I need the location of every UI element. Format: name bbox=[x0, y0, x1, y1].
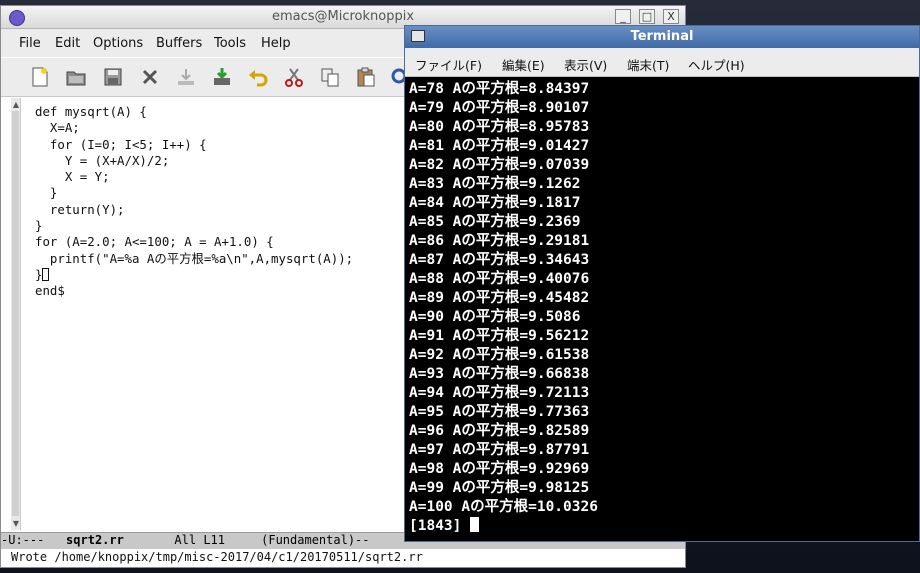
menu-file[interactable]: File bbox=[19, 36, 41, 51]
term-menu-file[interactable]: ファイル(F) bbox=[415, 55, 482, 74]
text-cursor bbox=[42, 267, 50, 281]
term-menu-terminal[interactable]: 端末(T) bbox=[627, 55, 669, 74]
output-line: A=79 Aの平方根=8.90107 bbox=[409, 100, 590, 116]
modeline-position: All L11 bbox=[174, 533, 225, 547]
output-line: A=97 Aの平方根=9.87791 bbox=[409, 442, 590, 458]
scroll-down-icon[interactable]: ▼ bbox=[11, 518, 21, 529]
code-line: } bbox=[35, 185, 58, 201]
menu-edit[interactable]: Edit bbox=[55, 36, 80, 51]
output-line: A=94 Aの平方根=9.72113 bbox=[409, 385, 590, 401]
output-line: A=96 Aの平方根=9.82589 bbox=[409, 423, 590, 439]
output-line: A=89 Aの平方根=9.45482 bbox=[409, 290, 590, 306]
code-line: X = Y; bbox=[35, 169, 110, 185]
modeline-status: -U:--- bbox=[1, 533, 45, 547]
menu-buffers[interactable]: Buffers bbox=[156, 36, 202, 51]
terminal-window[interactable]: Terminal ファイル(F) 編集(E) 表示(V) 端末(T) ヘルプ(H… bbox=[404, 25, 920, 542]
output-line: A=86 Aの平方根=9.29181 bbox=[409, 233, 590, 249]
menu-help[interactable]: Help bbox=[261, 36, 291, 51]
terminal-window-title: Terminal bbox=[630, 29, 694, 44]
code-line: end$ bbox=[35, 283, 65, 299]
emacs-window-title: emacs@Microknoppix bbox=[271, 9, 415, 24]
output-line: A=85 Aの平方根=9.2369 bbox=[409, 214, 581, 230]
output-line: A=95 Aの平方根=9.77363 bbox=[409, 404, 590, 420]
modeline-mode: (Fundamental)-- bbox=[261, 533, 370, 547]
menu-options[interactable]: Options bbox=[93, 36, 143, 51]
code-line: return(Y); bbox=[35, 201, 125, 217]
output-line: A=87 Aの平方根=9.34643 bbox=[409, 252, 590, 268]
minimize-button[interactable]: _ bbox=[615, 9, 631, 24]
shell-prompt: [1843] bbox=[409, 518, 462, 534]
undo-icon[interactable] bbox=[247, 66, 269, 88]
term-menu-view[interactable]: 表示(V) bbox=[564, 55, 607, 74]
code-line: for (I=0; I<5; I++) { bbox=[35, 136, 207, 152]
output-line: A=81 Aの平方根=9.01427 bbox=[409, 138, 590, 154]
output-line: A=80 Aの平方根=8.95783 bbox=[409, 119, 590, 135]
code-line: for (A=2.0; A<=100; A = A+1.0) { bbox=[35, 234, 274, 250]
menu-tools[interactable]: Tools bbox=[214, 36, 246, 51]
code-line: } bbox=[35, 266, 43, 282]
new-file-icon[interactable] bbox=[29, 66, 51, 88]
modeline-buffer-name: sqrt2.rr bbox=[66, 533, 124, 547]
code-line: } bbox=[35, 218, 43, 234]
open-folder-icon[interactable] bbox=[65, 66, 87, 88]
output-line: A=82 Aの平方根=9.07039 bbox=[409, 157, 590, 173]
scroll-thumb[interactable] bbox=[12, 111, 19, 516]
term-menu-help[interactable]: ヘルプ(H) bbox=[688, 55, 745, 74]
output-line: A=99 Aの平方根=9.98125 bbox=[409, 480, 590, 496]
code-line: def mysqrt(A) { bbox=[35, 104, 147, 119]
output-line: A=84 Aの平方根=9.1817 bbox=[409, 195, 581, 211]
copy-icon[interactable] bbox=[319, 66, 341, 88]
terminal-output[interactable]: A=78 Aの平方根=8.84397 A=79 Aの平方根=8.90107 A=… bbox=[405, 77, 919, 541]
scroll-up-icon[interactable]: ▲ bbox=[11, 99, 21, 110]
terminal-cursor bbox=[470, 517, 480, 532]
code-line: printf("A=%a Aの平方根=%a\n",A,mysqrt(A)); bbox=[35, 250, 354, 266]
output-line: A=78 Aの平方根=8.84397 bbox=[409, 81, 590, 97]
echo-area: Wrote /home/knoppix/tmp/misc-2017/04/c1/… bbox=[11, 550, 423, 564]
terminal-text: A=78 Aの平方根=8.84397 A=79 Aの平方根=8.90107 A=… bbox=[409, 80, 598, 536]
close-button[interactable]: X bbox=[663, 9, 679, 24]
code-line: X=A; bbox=[35, 120, 80, 136]
emacs-scrollbar[interactable]: ▲ ▼ bbox=[11, 98, 21, 530]
output-line: A=90 Aの平方根=9.5086 bbox=[409, 309, 581, 325]
close-x-icon[interactable] bbox=[139, 66, 161, 88]
save-as-icon[interactable] bbox=[211, 66, 233, 88]
terminal-titlebar[interactable]: Terminal bbox=[405, 26, 919, 48]
emacs-editor[interactable]: ▲ ▼ def mysqrt(A) { X=A; for (I=0; I<5; … bbox=[11, 98, 405, 530]
output-line: A=92 Aの平方根=9.61538 bbox=[409, 347, 590, 363]
output-line: A=98 Aの平方根=9.92969 bbox=[409, 461, 590, 477]
code-line: Y = (X+A/X)/2; bbox=[35, 152, 170, 168]
save-down-icon[interactable] bbox=[175, 66, 197, 88]
output-line: A=93 Aの平方根=9.66838 bbox=[409, 366, 590, 382]
code-buffer[interactable]: def mysqrt(A) { X=A; for (I=0; I<5; I++)… bbox=[35, 104, 353, 300]
cut-scissors-icon[interactable] bbox=[283, 66, 305, 88]
output-line: A=100 Aの平方根=10.0326 bbox=[409, 499, 598, 515]
maximize-button[interactable]: □ bbox=[639, 9, 655, 24]
terminal-menubar: ファイル(F) 編集(E) 表示(V) 端末(T) ヘルプ(H) bbox=[405, 48, 919, 77]
output-line: A=88 Aの平方根=9.40076 bbox=[409, 271, 590, 287]
term-menu-edit[interactable]: 編集(E) bbox=[502, 55, 545, 74]
output-line: A=91 Aの平方根=9.56212 bbox=[409, 328, 590, 344]
paste-icon[interactable] bbox=[355, 66, 377, 88]
save-icon[interactable] bbox=[102, 66, 124, 88]
output-line: A=83 Aの平方根=9.1262 bbox=[409, 176, 581, 192]
